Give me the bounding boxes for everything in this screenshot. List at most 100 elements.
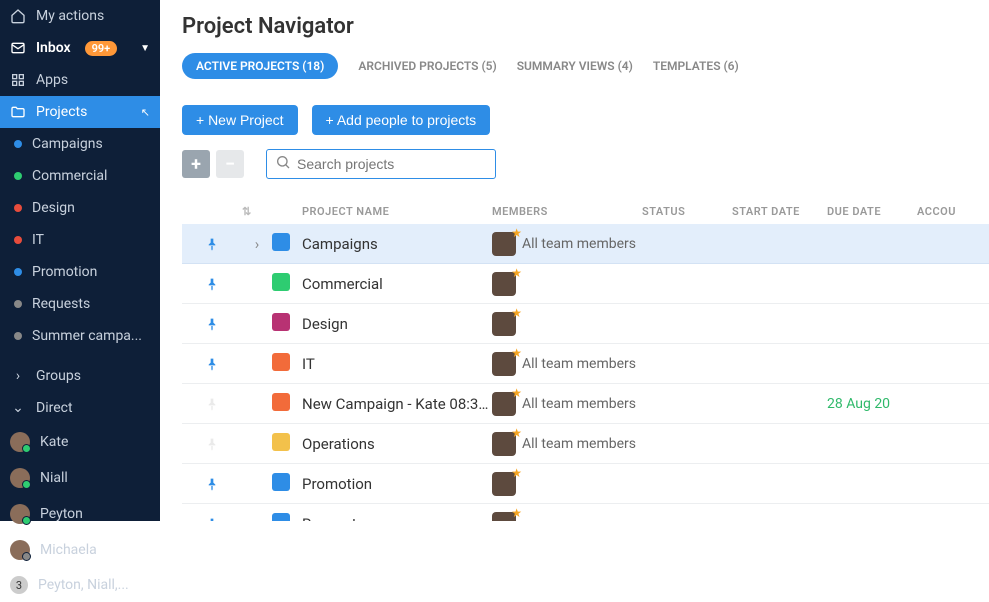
sidebar-project-item[interactable]: Campaigns [0, 128, 160, 160]
direct-message-item[interactable]: Peyton [0, 496, 160, 532]
pin-icon[interactable] [182, 396, 242, 412]
sidebar-project-item[interactable]: Summer campa... [0, 320, 160, 352]
cursor-icon: ↖ [141, 106, 150, 119]
search-box[interactable] [266, 149, 496, 179]
sidebar-project-item[interactable]: Commercial [0, 160, 160, 192]
project-name[interactable]: Operations [302, 435, 492, 453]
project-name[interactable]: Design [302, 315, 492, 333]
table-row[interactable]: Requests ★ [182, 504, 989, 521]
sidebar-project-item[interactable]: Design [0, 192, 160, 224]
project-color [272, 233, 290, 251]
sidebar-project-item[interactable]: Requests [0, 288, 160, 320]
table-row[interactable]: Commercial ★ [182, 264, 989, 304]
main-content: Project Navigator ACTIVE PROJECTS (18) AR… [160, 0, 989, 521]
nav-inbox[interactable]: Inbox 99+ ▼ [0, 32, 160, 64]
members-cell[interactable]: ★ [492, 512, 642, 522]
members-text: All team members [522, 236, 636, 252]
pin-icon[interactable] [182, 516, 242, 522]
direct-label: Peyton [40, 506, 83, 522]
nav-direct[interactable]: ⌄ Direct [0, 392, 160, 424]
sort-icon[interactable]: ⇅ [242, 205, 272, 218]
members-cell[interactable]: ★All team members [492, 392, 642, 416]
tabs: ACTIVE PROJECTS (18) ARCHIVED PROJECTS (5… [182, 53, 989, 79]
members-cell[interactable]: ★ All team members [492, 232, 642, 256]
project-color [272, 433, 290, 451]
direct-label: Niall [40, 470, 68, 486]
tab[interactable]: TEMPLATES (6) [653, 59, 739, 73]
direct-message-item[interactable]: Niall [0, 460, 160, 496]
table-row[interactable]: IT ★All team members [182, 344, 989, 384]
project-color [272, 313, 290, 331]
pin-icon[interactable] [182, 236, 242, 252]
sidebar-project-item[interactable]: Promotion [0, 256, 160, 288]
project-name[interactable]: Commercial [302, 275, 492, 293]
due-date-cell: 28 Aug 20 [827, 396, 917, 412]
project-name[interactable]: New Campaign - Kate 08:30... [302, 395, 492, 413]
project-color-dot [14, 236, 22, 244]
table-row[interactable]: Promotion ★ [182, 464, 989, 504]
pin-icon[interactable] [182, 276, 242, 292]
nav-label: Projects [36, 104, 87, 120]
table-row[interactable]: Operations ★All team members [182, 424, 989, 464]
add-people-button[interactable]: + Add people to projects [312, 105, 491, 135]
pin-icon[interactable] [182, 476, 242, 492]
project-name[interactable]: Requests [302, 515, 492, 522]
nav-apps[interactable]: Apps [0, 64, 160, 96]
avatar [10, 504, 30, 524]
avatar: ★ [492, 312, 516, 336]
project-label: Promotion [32, 264, 97, 280]
table-row[interactable]: Design ★ [182, 304, 989, 344]
unread-badge: 99+ [85, 41, 118, 56]
avatar: ★ [492, 272, 516, 296]
members-cell[interactable]: ★ [492, 472, 642, 496]
avatar [10, 432, 30, 452]
project-name[interactable]: Promotion [302, 475, 492, 493]
project-color-dot [14, 332, 22, 340]
project-label: IT [32, 232, 44, 248]
nav-label: Inbox [36, 40, 71, 56]
nav-my-actions[interactable]: My actions [0, 0, 160, 32]
table-row[interactable]: › Campaigns ★All team members [182, 224, 989, 264]
tab[interactable]: SUMMARY VIEWS (4) [517, 59, 633, 73]
star-icon: ★ [511, 226, 522, 240]
search-icon [275, 154, 291, 174]
new-project-button[interactable]: + New Project [182, 105, 298, 135]
chevron-right-icon: › [10, 368, 26, 384]
direct-message-item[interactable]: 3Peyton, Niall,... [0, 568, 160, 602]
chevron-down-icon[interactable]: ▼ [140, 43, 150, 54]
direct-message-item[interactable]: Kate [0, 424, 160, 460]
nav-projects[interactable]: Projects ↖ [0, 96, 160, 128]
project-name[interactable]: Campaigns [302, 235, 492, 253]
direct-message-item[interactable]: Michaela [0, 532, 160, 568]
grid-icon [10, 72, 26, 88]
members-cell[interactable]: ★ [492, 312, 642, 336]
star-icon: ★ [511, 426, 522, 440]
sidebar-project-item[interactable]: IT [0, 224, 160, 256]
project-label: Commercial [32, 168, 107, 184]
collapse-groups-button[interactable]: − [216, 150, 244, 178]
project-name[interactable]: IT [302, 355, 492, 373]
pin-icon[interactable] [182, 356, 242, 372]
tab[interactable]: ACTIVE PROJECTS (18) [182, 53, 338, 79]
expand-groups-button[interactable]: + [182, 150, 210, 178]
table-row[interactable]: New Campaign - Kate 08:30... ★All team m… [182, 384, 989, 424]
page-title: Project Navigator [182, 14, 989, 39]
project-color-dot [14, 140, 22, 148]
members-cell[interactable]: ★ [492, 272, 642, 296]
nav-label: My actions [36, 8, 104, 24]
mail-icon [10, 40, 26, 56]
members-cell[interactable]: ★All team members [492, 352, 642, 376]
pin-icon[interactable] [182, 316, 242, 332]
members-cell[interactable]: ★All team members [492, 432, 642, 456]
project-color-dot [14, 268, 22, 276]
star-icon: ★ [511, 306, 522, 320]
nav-groups[interactable]: › Groups [0, 360, 160, 392]
project-color [272, 513, 290, 522]
tab[interactable]: ARCHIVED PROJECTS (5) [358, 59, 496, 73]
avatar: ★ [492, 472, 516, 496]
avatar: ★ [492, 232, 516, 256]
pin-icon[interactable] [182, 436, 242, 452]
direct-label: Michaela [40, 542, 97, 558]
search-input[interactable] [297, 156, 487, 172]
expand-icon[interactable]: › [242, 235, 272, 253]
